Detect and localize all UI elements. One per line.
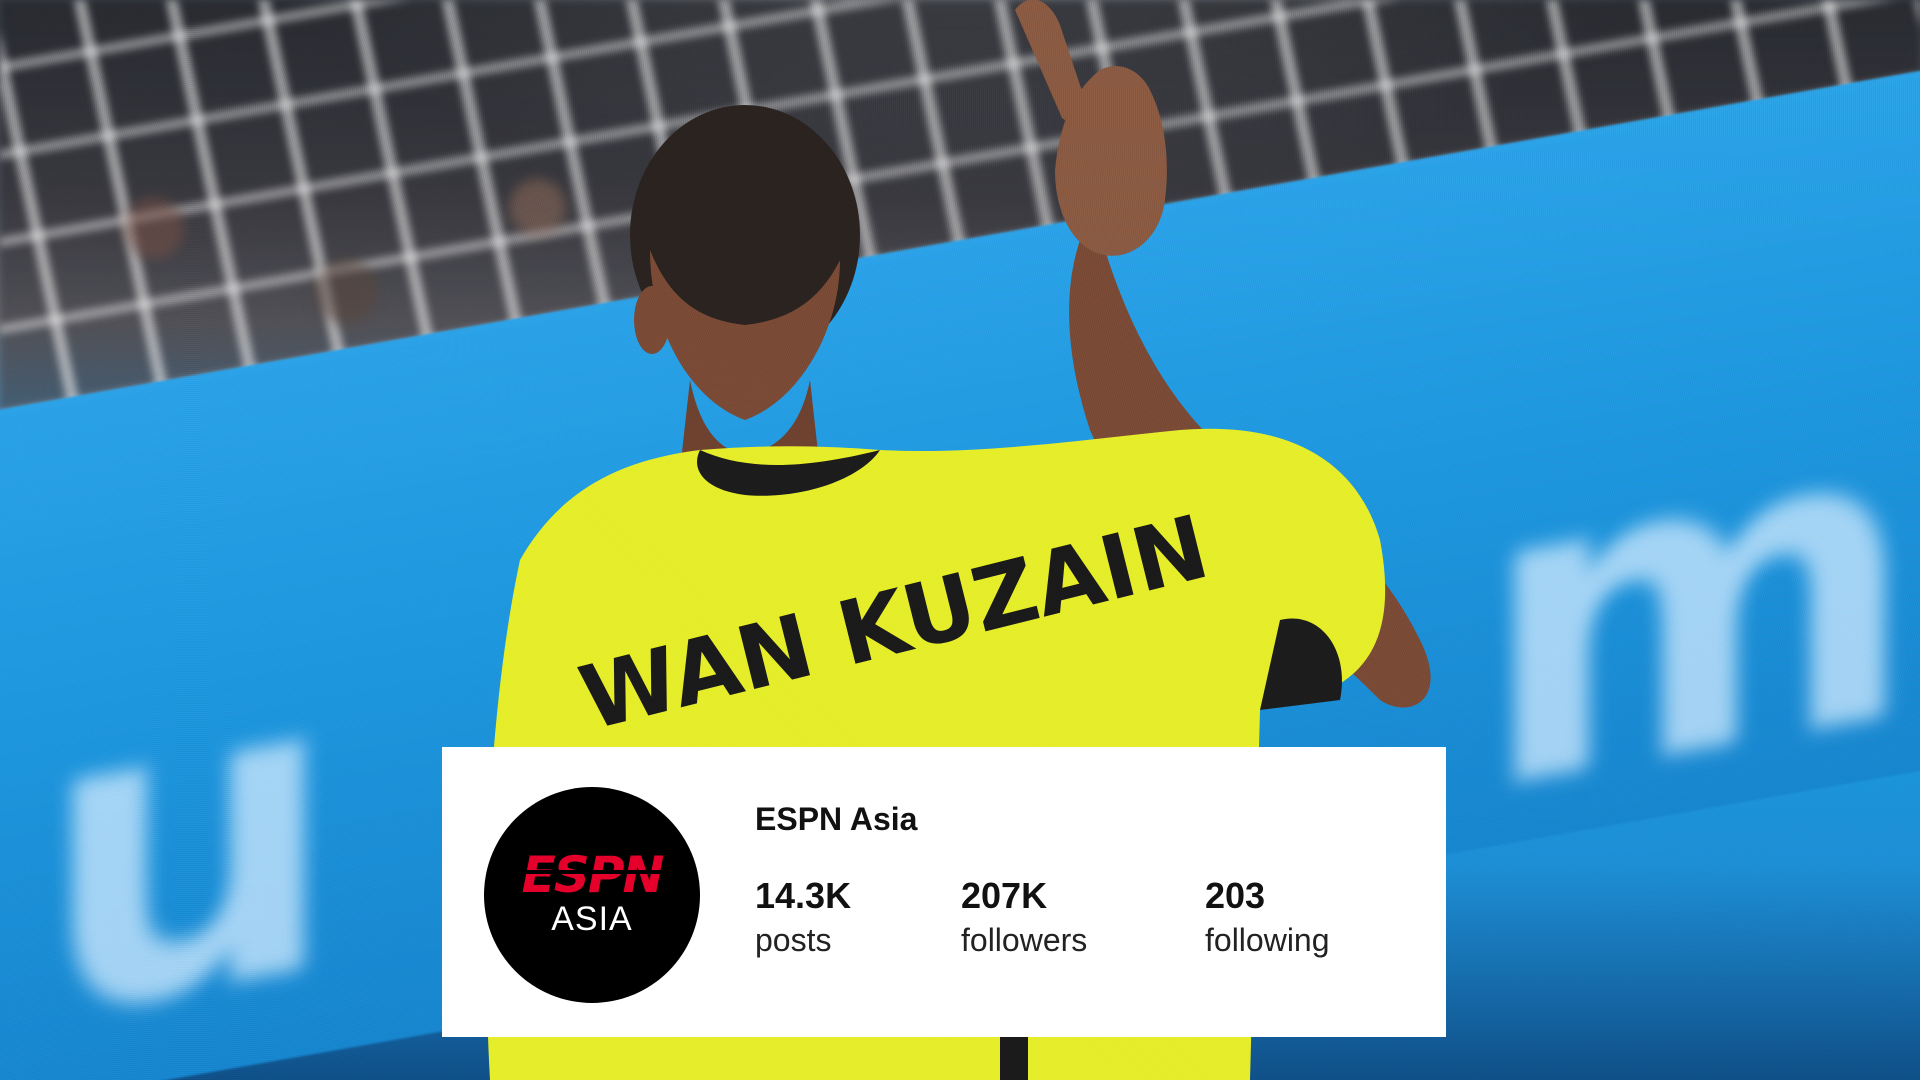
profile-card[interactable]: ESPN ASIA ESPN Asia 14.3K posts 207K fol… [442, 747, 1446, 1037]
following-count: 203 [1205, 875, 1266, 916]
stat-posts[interactable]: 14.3K posts [755, 875, 852, 958]
avatar-subtitle: ASIA [551, 900, 633, 938]
posts-label: posts [755, 922, 832, 958]
espn-logo-icon: ESPN [514, 848, 674, 900]
stat-followers[interactable]: 207K followers [961, 875, 1088, 958]
followers-count: 207K [961, 875, 1048, 916]
post-image: u m WAN KUZAIN ESPN ASIA ESPN Asia [0, 0, 1920, 1080]
followers-label: followers [961, 922, 1088, 958]
following-label: following [1205, 922, 1330, 958]
avatar[interactable]: ESPN ASIA [484, 787, 700, 1003]
posts-count: 14.3K [755, 875, 852, 916]
profile-name[interactable]: ESPN Asia [755, 803, 917, 835]
stat-following[interactable]: 203 following [1205, 875, 1330, 958]
